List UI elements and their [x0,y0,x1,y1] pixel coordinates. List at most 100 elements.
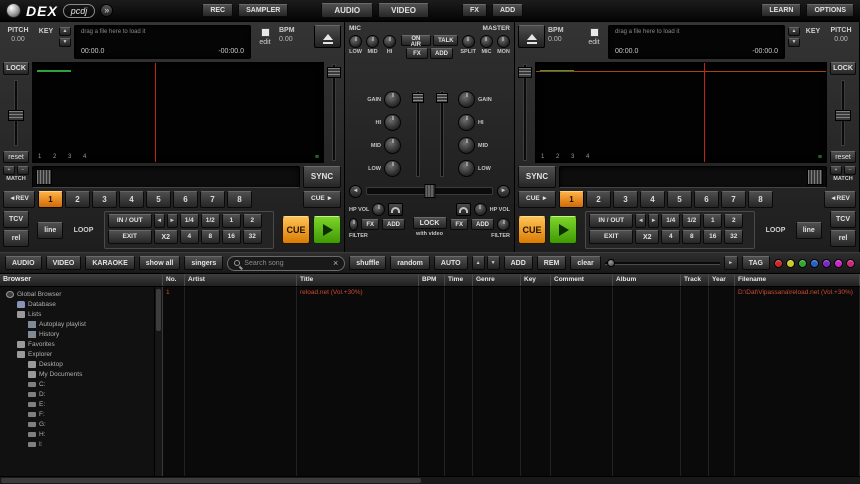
tree-item[interactable]: Desktop [2,359,152,369]
tag-color-dot[interactable] [810,258,819,268]
eject-button[interactable] [518,25,545,48]
column-header[interactable]: Year [709,274,735,286]
loop-shift-right-button[interactable]: ► [166,214,178,228]
mic-fx-button[interactable]: FX [405,48,428,59]
cue-jump-button[interactable]: CUE ► [518,191,556,208]
hotcue-button[interactable]: 6 [173,191,198,208]
pitch-slider-thumb[interactable] [8,109,24,121]
master-knob[interactable] [479,35,493,48]
reverse-button[interactable]: ◄REV [824,191,856,208]
mic-add-button[interactable]: ADD [429,48,453,59]
tree-item[interactable]: I: [2,439,152,449]
tree-item[interactable]: H: [2,429,152,439]
waveform-display[interactable]: 1 2 3 4 ≡ [535,62,827,163]
crossfader-right-button[interactable]: ► [497,184,510,198]
keylock-button[interactable]: LOCK [3,62,29,75]
loop-shift-left-button[interactable]: ◄ [153,214,165,228]
add-button[interactable]: ADD [491,4,524,17]
loop-length-button[interactable]: 32 [724,230,744,244]
tree-item[interactable]: Global Browser [2,289,152,299]
edit-checkbox[interactable] [589,28,599,37]
sync-button[interactable]: SYNC [303,166,341,188]
slider-thumb[interactable] [606,259,615,267]
key-down-button[interactable]: ▼ [59,38,71,47]
loop-length-button[interactable]: 1/2 [682,214,702,228]
tag-color-dot[interactable] [798,258,807,268]
match-minus-button[interactable]: − [17,166,29,175]
pitch-slider[interactable] [8,78,24,148]
column-header[interactable]: Track [681,274,709,286]
headphone-volume-knob[interactable] [372,203,386,216]
crossfader-left-button[interactable]: ◄ [349,184,362,198]
track-info-display[interactable]: drag a file here to load it 00:00.0 -00:… [608,25,785,59]
column-header[interactable]: Time [445,274,473,286]
auto-button[interactable]: AUTO [433,256,468,270]
talk-button[interactable]: TALK [433,35,459,46]
hotcue-button[interactable]: 1 [559,191,584,208]
list-remove-button[interactable]: REM [536,256,567,270]
channel-add-button[interactable]: ADD [382,219,405,230]
eq-knob[interactable] [384,137,401,154]
cue-button[interactable]: CUE [282,216,310,244]
deck2-channel-fader[interactable] [435,91,448,177]
loop-length-button[interactable]: 4 [179,230,199,244]
play-button[interactable] [313,216,341,244]
filter-knob[interactable] [497,218,510,231]
tree-item[interactable]: E: [2,399,152,409]
pitch-reset-button[interactable]: reset [830,151,856,163]
line-button[interactable]: line [37,221,64,239]
fx-button[interactable]: FX [462,4,487,17]
volume-fader-thumb[interactable] [518,67,532,78]
tcv-button[interactable]: TCV [3,211,29,228]
channel-fx-button[interactable]: FX [361,219,379,230]
hotcue-button[interactable]: 1 [38,191,63,208]
loop-length-button[interactable]: 1 [703,214,723,228]
singers-button[interactable]: singers [184,256,224,270]
hotcue-button[interactable]: 6 [694,191,719,208]
video-lock-button[interactable]: LOCK [412,217,447,229]
column-header[interactable]: Title [297,274,419,286]
seek-thumb[interactable] [807,169,823,185]
pitch-reset-button[interactable]: reset [3,151,29,163]
tree-item[interactable]: Favorites [2,339,152,349]
headphone-cue-button[interactable] [388,203,404,216]
loop-length-button[interactable]: 1/2 [200,214,220,228]
column-header[interactable]: Comment [551,274,613,286]
crossfader-thumb[interactable] [424,184,435,198]
match-plus-button[interactable]: + [830,166,842,175]
tree-item[interactable]: Database [2,299,152,309]
move-down-button[interactable]: ▼ [486,256,500,270]
search-input[interactable] [244,259,330,267]
tag-color-dot[interactable] [786,258,795,268]
audio-mode-button[interactable]: AUDIO [321,3,374,18]
deck-volume-fader[interactable] [327,62,341,163]
random-button[interactable]: random [390,256,430,270]
tree-item[interactable]: Autoplay playlist [2,319,152,329]
match-plus-button[interactable]: + [3,166,15,175]
deck1-channel-fader[interactable] [411,91,424,177]
search-box[interactable]: × [227,255,346,271]
eq-knob[interactable] [384,160,401,177]
loop-length-button[interactable]: 2 [724,214,744,228]
key-up-button[interactable]: ▲ [59,27,71,36]
column-header[interactable]: No. [163,274,185,286]
learn-button[interactable]: LEARN [761,4,802,17]
filter-audio-button[interactable]: AUDIO [5,256,42,270]
reverse-button[interactable]: ◄REV [3,191,35,208]
column-header[interactable]: Genre [473,274,521,286]
seek-bar[interactable] [559,166,827,188]
tree-item[interactable]: G: [2,419,152,429]
channel-fader-thumb[interactable] [435,93,448,103]
rec-button[interactable]: REC [202,4,234,17]
loop-exit-button[interactable]: EXIT [589,230,634,244]
pitch-slider-thumb[interactable] [835,109,851,121]
hotcue-button[interactable]: 2 [65,191,90,208]
tree-item[interactable]: C: [2,379,152,389]
deck-volume-fader[interactable] [518,62,532,163]
hotcue-button[interactable]: 4 [119,191,144,208]
loop-length-button[interactable]: 1/4 [179,214,199,228]
column-header[interactable]: BPM [419,274,445,286]
tree-item[interactable]: My Documents [2,369,152,379]
loop-shift-left-button[interactable]: ◄ [635,214,647,228]
volume-fader-thumb[interactable] [327,67,341,78]
